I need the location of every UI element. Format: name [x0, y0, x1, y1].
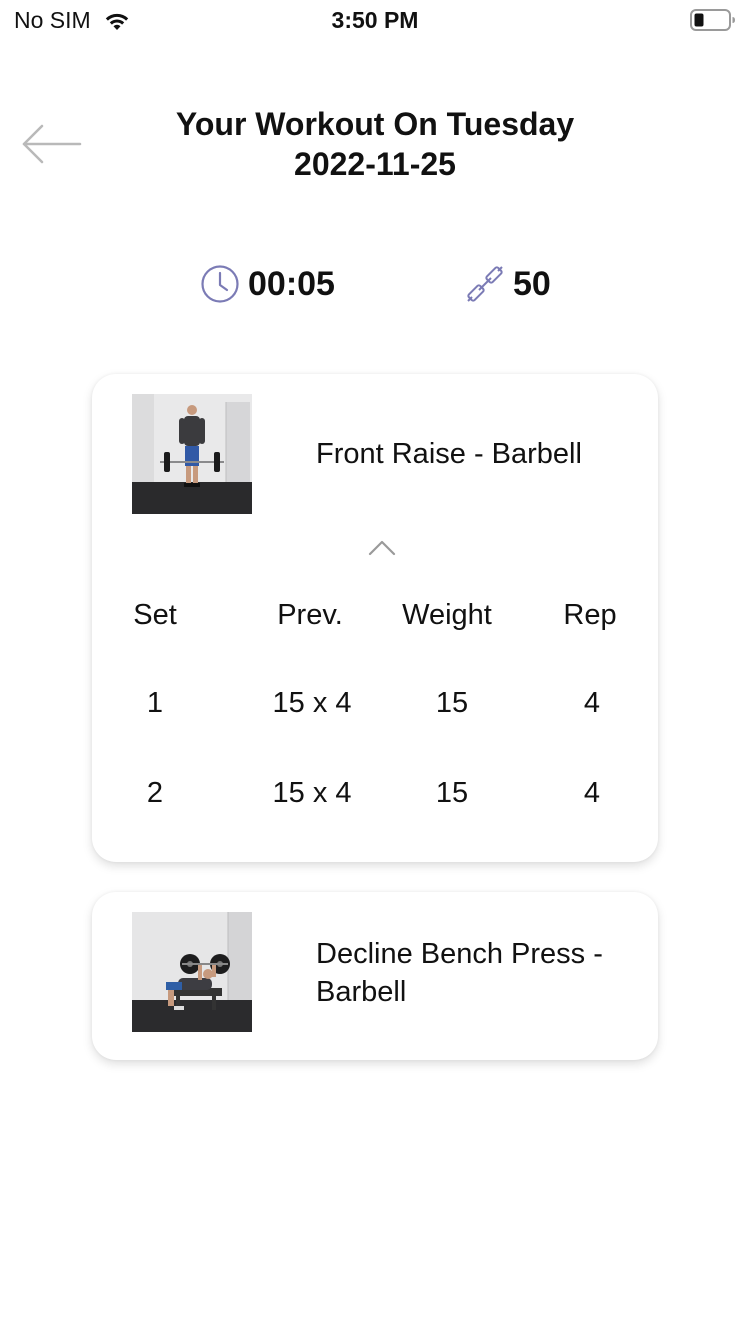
column-header-weight: Weight — [402, 599, 492, 631]
workout-duration: 00:05 — [200, 262, 335, 306]
status-bar: No SIM 3:50 PM — [0, 0, 750, 40]
chevron-up-icon — [362, 534, 402, 560]
decline-bench-press-barbell-photo — [132, 912, 252, 1032]
page-title-date: 2022-11-25 — [294, 146, 456, 182]
clock-icon — [200, 264, 248, 304]
sets-table-body: 1 15 x 4 15 4 2 15 x 4 15 4 — [92, 677, 658, 857]
exercise-thumbnail — [132, 394, 252, 514]
weight-value: 15 — [435, 687, 469, 719]
collapse-toggle[interactable] — [362, 534, 402, 560]
sets-table: Set Prev. Weight Rep 1 15 x 4 15 4 2 15 … — [92, 589, 658, 857]
exercise-card[interactable]: Decline Bench Press - Barbell — [92, 892, 658, 1060]
page-title-line-1: Your Workout On Tuesday — [175, 106, 575, 142]
duration-value: 00:05 — [248, 264, 335, 303]
column-header-prev: Prev. — [277, 599, 343, 631]
page-title: Your Workout On Tuesday 2022-11-25 — [120, 104, 630, 184]
table-row: 2 15 x 4 15 4 — [92, 767, 658, 857]
status-time: 3:50 PM — [331, 7, 419, 33]
exercise-name: Decline Bench Press - Barbell — [316, 938, 603, 1008]
set-number: 2 — [146, 777, 164, 809]
sets-table-header: Set Prev. Weight Rep — [92, 589, 658, 649]
dumbbell-icon — [465, 264, 513, 304]
exercise-name: Front Raise - Barbell — [316, 438, 582, 470]
workout-volume: 50 — [465, 262, 551, 306]
rep-value: 4 — [583, 687, 601, 719]
front-raise-barbell-photo — [132, 394, 252, 514]
back-button[interactable] — [20, 122, 84, 166]
column-header-rep: Rep — [563, 599, 617, 631]
volume-value: 50 — [513, 264, 551, 303]
rep-value: 4 — [583, 777, 601, 809]
weight-value: 15 — [435, 777, 469, 809]
back-arrow-icon — [20, 122, 84, 166]
column-header-set: Set — [133, 599, 177, 631]
previous-value: 15 x 4 — [272, 687, 352, 719]
table-row: 1 15 x 4 15 4 — [92, 677, 658, 767]
exercise-thumbnail — [132, 912, 252, 1032]
set-number: 1 — [146, 687, 164, 719]
exercise-card[interactable]: Front Raise - Barbell Set Prev. Weight R… — [92, 374, 658, 862]
previous-value: 15 x 4 — [272, 777, 352, 809]
